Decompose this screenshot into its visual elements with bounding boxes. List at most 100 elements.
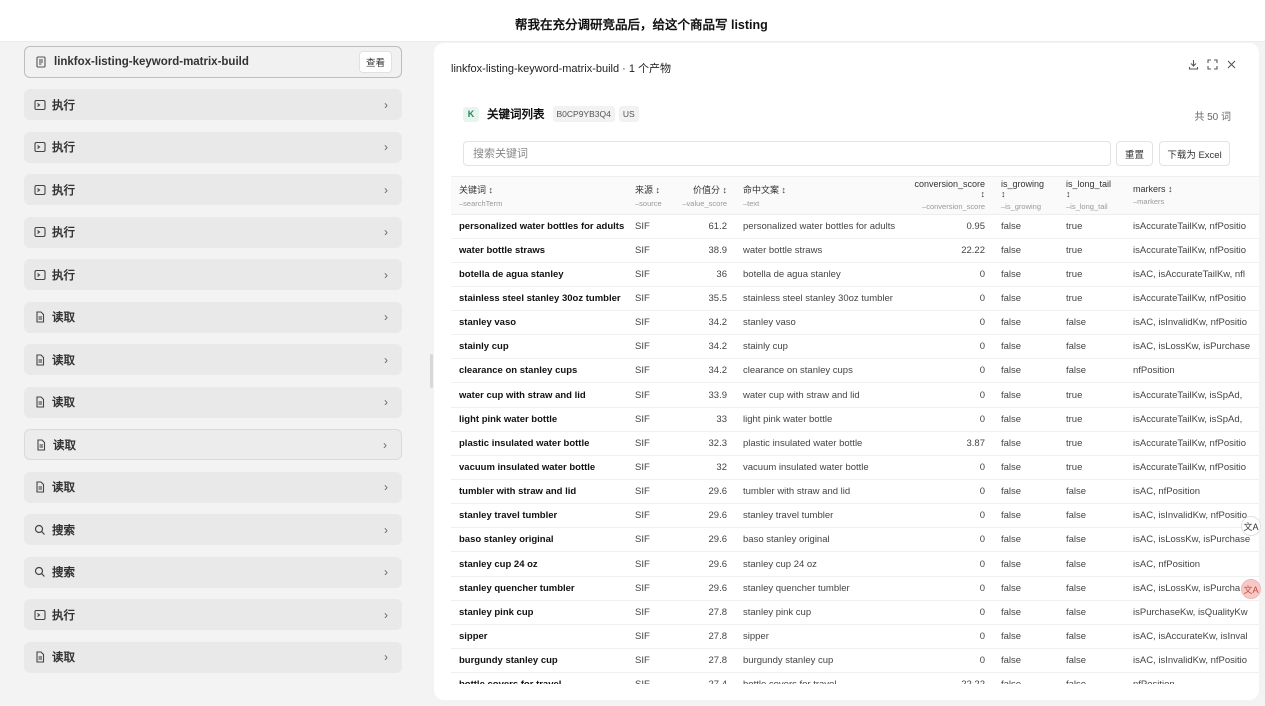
search-icon (34, 524, 46, 536)
table-row[interactable]: vacuum insulated water bottle SIF 32 vacuum… (451, 455, 1259, 481)
column-label: is_growing ↕ (1001, 179, 1045, 200)
table-row[interactable]: bottle covers for travelSIF27.4bottle co… (451, 672, 1259, 684)
table-cell: false (1058, 576, 1125, 601)
table-cell: false (993, 334, 1058, 360)
fullscreen-icon[interactable] (1207, 59, 1218, 70)
table-cell: 36 (673, 262, 735, 287)
step-item[interactable]: 搜索 › (24, 514, 402, 545)
keyword-badge: K (463, 106, 479, 122)
view-button[interactable]: 查看 (358, 51, 392, 73)
table-cell: false (993, 286, 1058, 312)
step-item[interactable]: 执行 › (24, 216, 402, 248)
step-item[interactable]: 读取 › (24, 301, 402, 333)
table-row[interactable]: stanley quencher tumbler SIF 29.6 stanley q… (451, 576, 1259, 601)
table-cell: bottle covers for travel (451, 672, 627, 684)
table-cell: false (993, 214, 1058, 239)
download-excel-button[interactable]: 下载为 Excel (1159, 141, 1230, 166)
table-cell: false (1058, 334, 1125, 360)
chevron-right-icon: › (384, 395, 388, 409)
step-item[interactable]: 执行 › (24, 174, 402, 205)
table-cell: false (993, 624, 1058, 650)
column-header[interactable]: 来源 ↕ –source (627, 177, 673, 215)
column-header[interactable]: is_growing ↕ –is_growing (993, 177, 1058, 215)
table-row[interactable]: stainly cup SIF 34.2 stainly cup 0 false false… (451, 334, 1259, 360)
table-row[interactable]: stanley pink cup SIF 27.8 stanley pink cup 0… (451, 600, 1259, 625)
step-item[interactable]: 执行 › (24, 131, 402, 163)
table-row[interactable]: water bottle straws SIF 38.9 water bottle s… (451, 238, 1259, 263)
chevron-right-icon: › (384, 565, 388, 579)
step-item[interactable]: 执行 › (24, 599, 402, 630)
step-label: 执行 (52, 184, 75, 197)
table-cell: 61.2 (673, 214, 735, 239)
table-cell: 33.9 (673, 382, 735, 408)
download-icon[interactable] (1188, 59, 1199, 70)
step-item[interactable]: 搜索 › (24, 556, 402, 588)
search-input[interactable] (463, 141, 1111, 166)
step-item[interactable]: 读取 › (24, 429, 402, 460)
file-icon (34, 651, 46, 663)
table-row[interactable]: sipper SIF 27.8 sipper 0 false false isAC, isAc… (451, 624, 1259, 650)
column-header[interactable]: 价值分 ↕ –value_score (673, 177, 735, 215)
table-cell: true (1058, 382, 1125, 408)
table-cell: false (1058, 624, 1125, 650)
column-field: –searchTerm (459, 198, 503, 208)
step-item[interactable]: 读取 › (24, 386, 402, 418)
table-cell: 0 (901, 262, 993, 287)
table-cell: false (993, 503, 1058, 529)
table-row[interactable]: personalized water bottles for adults SIF… (451, 214, 1259, 239)
reset-button[interactable]: 重置 (1116, 141, 1153, 166)
table-cell: 27.8 (673, 648, 735, 674)
table-cell: SIF (627, 358, 673, 384)
table-cell: 0 (901, 648, 993, 674)
table-row[interactable]: botella de agua stanley SIF 36 botella de a… (451, 262, 1259, 287)
step-label: 读取 (52, 397, 75, 409)
column-header[interactable]: 命中文案 ↕ –text (735, 177, 901, 215)
table-cell: light pink water bottle (735, 407, 901, 432)
column-header[interactable]: is_long_tail ↕ –is_long_tail (1058, 177, 1125, 215)
step-item[interactable]: 执行 › (24, 89, 402, 120)
chevron-right-icon: › (384, 140, 388, 154)
keyword-list-title: 关键词列表 (487, 109, 545, 121)
table-row[interactable]: clearance on stanley cups SIF 34.2 clearanc… (451, 358, 1259, 384)
table-cell: 0 (901, 334, 993, 360)
search-icon (34, 566, 46, 578)
column-header[interactable]: 关键词 ↕ –searchTerm (451, 177, 627, 215)
table-cell: SIF (627, 503, 673, 529)
table-cell: stanley travel tumbler (735, 503, 901, 529)
step-item[interactable]: 读取 › (24, 641, 402, 673)
table-cell: stainly cup (735, 334, 901, 360)
translate-assistant-button[interactable]: 文A (1241, 579, 1261, 599)
step-item[interactable]: 读取 › (24, 471, 402, 503)
table-cell: botella de agua stanley (735, 262, 901, 287)
table-row[interactable]: light pink water bottle SIF 33 light pink w… (451, 407, 1259, 432)
table-cell: plastic insulated water bottle (451, 431, 627, 456)
table-row[interactable]: stanley cup 24 oz SIF 29.6 stanley cup 24 o… (451, 551, 1259, 577)
close-icon[interactable] (1226, 59, 1237, 70)
terminal-icon (34, 184, 46, 196)
translate-float-button[interactable]: 文A (1241, 516, 1261, 536)
resize-handle[interactable] (430, 354, 433, 388)
artifact-card[interactable]: linkfox-listing-keyword-matrix-build 查看 (24, 46, 402, 78)
chevron-right-icon: › (384, 650, 388, 664)
step-item[interactable]: 读取 › (24, 344, 402, 375)
table-cell: isAccurateTailKw, nfPositio (1125, 431, 1259, 456)
market-tag: US (618, 106, 639, 122)
table-cell: isAC, isInvalidKw, nfPositio (1125, 503, 1259, 529)
step-item[interactable]: 执行 › (24, 259, 402, 290)
column-label: 关键词 ↕ (459, 184, 494, 195)
table-row[interactable]: burgundy stanley cup SIF 27.8 burgundy stan… (451, 648, 1259, 674)
table-row[interactable]: stanley travel tumbler SIF 29.6 stanley tra… (451, 503, 1259, 529)
table-row[interactable]: baso stanley original SIF 29.6 baso stanley… (451, 527, 1259, 553)
column-header[interactable]: conversion_score ↕ –conversion_score (901, 177, 993, 215)
artifact-panel: linkfox-listing-keyword-matrix-build · 1… (434, 43, 1259, 700)
table-row[interactable]: stainless steel stanley 30oz tumbler SIF 3… (451, 286, 1259, 312)
table-cell: isAC, isAccurateKw, isInval (1125, 624, 1259, 650)
table-row[interactable]: stanley vaso SIF 34.2 stanley vaso 0 false fal… (451, 310, 1259, 336)
table-cell: 0 (901, 286, 993, 312)
table-row[interactable]: plastic insulated water bottle SIF 32.3 pla… (451, 431, 1259, 456)
column-header[interactable]: markers ↕ –markers (1125, 177, 1259, 215)
panel-title: linkfox-listing-keyword-matrix-build · 1… (451, 63, 672, 75)
table-row[interactable]: water cup with straw and lid SIF 33.9 water… (451, 382, 1259, 408)
table-cell: nfPosition (1125, 358, 1259, 384)
table-row[interactable]: tumbler with straw and lid SIF 29.6 tumbler… (451, 479, 1259, 505)
